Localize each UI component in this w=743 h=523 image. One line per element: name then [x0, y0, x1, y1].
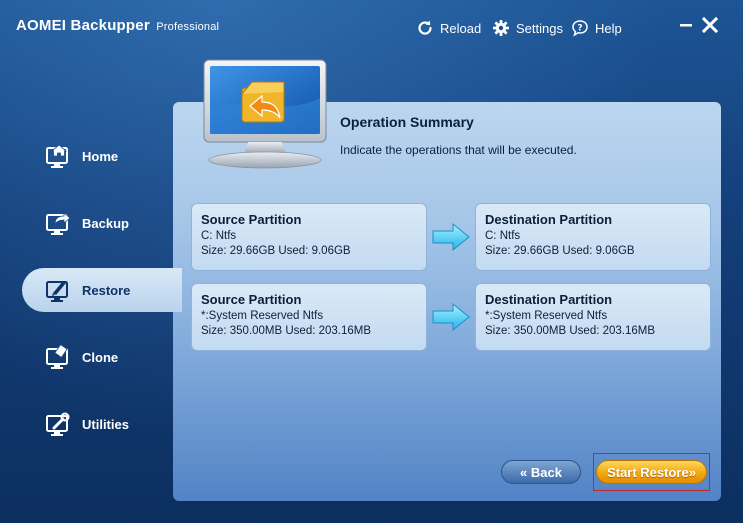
card-heading: Source Partition — [201, 292, 302, 307]
destination-partition-card: Destination Partition *:System Reserved … — [475, 283, 711, 351]
sidebar-item-label: Clone — [82, 349, 119, 365]
card-heading: Destination Partition — [485, 212, 613, 227]
home-icon — [44, 142, 74, 170]
partition-name: *:System Reserved Ntfs — [201, 310, 324, 322]
sidebar-item-home[interactable]: Home — [22, 134, 174, 178]
reload-icon — [416, 19, 434, 37]
reload-label: Reload — [440, 20, 482, 36]
restore-icon — [44, 276, 74, 304]
partition-name: C: Ntfs — [485, 230, 521, 242]
app-edition: Professional — [156, 21, 220, 33]
destination-partition-card: Destination Partition C: Ntfs Size: 29.6… — [475, 203, 711, 271]
source-partition-card: Source Partition C: Ntfs Size: 29.66GB U… — [191, 203, 427, 271]
start-restore-button[interactable]: Start Restore» — [596, 460, 707, 484]
card-heading: Destination Partition — [485, 292, 613, 307]
sidebar-item-label: Utilities — [82, 416, 129, 432]
app-name: AOMEI Backupper — [16, 17, 150, 34]
settings-label: Settings — [516, 20, 563, 36]
gear-icon — [492, 19, 510, 37]
sidebar-item-clone[interactable]: Clone — [22, 335, 174, 379]
source-partition-card: Source Partition *:System Reserved Ntfs … — [191, 283, 427, 351]
sidebar-item-label: Backup — [82, 215, 129, 231]
help-button[interactable]: ? Help — [571, 17, 622, 39]
sidebar-item-label: Home — [82, 148, 119, 164]
title-bar: AOMEI Backupper Professional Reload Sett… — [0, 0, 743, 52]
settings-button[interactable]: Settings — [492, 17, 563, 39]
summary-title: Operation Summary — [340, 114, 474, 130]
clone-icon — [44, 343, 74, 371]
partition-size: Size: 350.00MB Used: 203.16MB — [485, 325, 656, 337]
partition-size: Size: 29.66GB Used: 9.06GB — [201, 245, 351, 257]
sidebar-item-utilities[interactable]: Utilities — [22, 402, 174, 446]
back-button[interactable]: « Back — [501, 460, 581, 484]
summary-description: Indicate the operations that will be exe… — [340, 143, 577, 157]
sidebar-item-restore[interactable]: Restore — [22, 268, 182, 312]
utilities-icon — [44, 410, 74, 438]
help-icon: ? — [571, 19, 589, 37]
reload-button[interactable]: Reload — [416, 17, 481, 39]
card-heading: Source Partition — [201, 212, 302, 227]
partition-name: *:System Reserved Ntfs — [485, 310, 608, 322]
app-title: AOMEI Backupper Professional — [16, 17, 219, 34]
minimize-button[interactable] — [675, 14, 697, 36]
partition-size: Size: 350.00MB Used: 203.16MB — [201, 325, 372, 337]
arrow-right-icon — [431, 302, 471, 332]
minimize-icon — [680, 24, 692, 27]
partition-name: C: Ntfs — [201, 230, 237, 242]
svg-text:?: ? — [577, 23, 582, 33]
restore-monitor-icon — [200, 58, 332, 170]
close-button[interactable] — [699, 14, 721, 36]
partition-size: Size: 29.66GB Used: 9.06GB — [485, 245, 635, 257]
sidebar-item-backup[interactable]: Backup — [22, 201, 174, 245]
backup-icon — [44, 209, 74, 237]
sidebar-item-label: Restore — [82, 282, 131, 298]
app-window: AOMEI Backupper Professional Reload Sett… — [0, 0, 743, 523]
help-label: Help — [595, 20, 622, 36]
arrow-right-icon — [431, 222, 471, 252]
close-icon — [702, 17, 718, 33]
